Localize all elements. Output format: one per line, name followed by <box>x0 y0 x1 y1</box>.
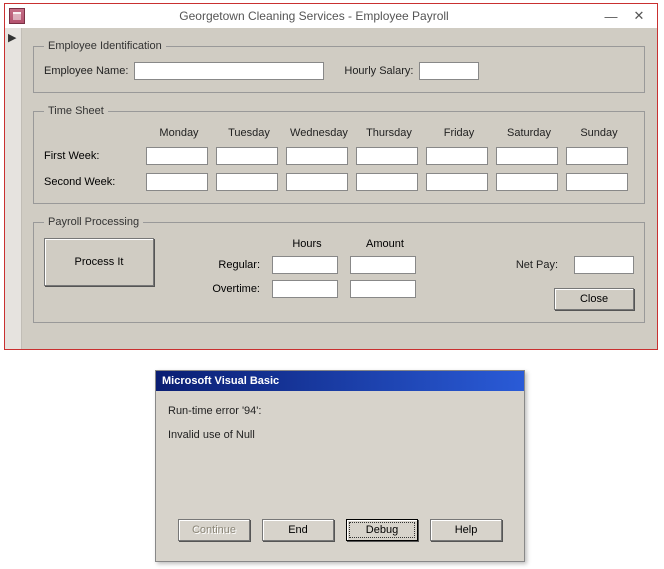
employee-identification-legend: Employee Identification <box>44 40 166 52</box>
second-week-sun-input[interactable] <box>566 173 628 191</box>
amount-header: Amount <box>350 238 420 250</box>
record-selector[interactable]: ▶ <box>5 28 22 349</box>
vb-error-line2: Invalid use of Null <box>168 429 512 441</box>
ts-header-mon: Monday <box>146 127 212 139</box>
ts-header-tue: Tuesday <box>216 127 282 139</box>
first-week-tue-input[interactable] <box>216 147 278 165</box>
second-week-wed-input[interactable] <box>286 173 348 191</box>
payroll-processing-group: Payroll Processing Process It Hours Amou… <box>33 216 645 323</box>
net-pay-label: Net Pay: <box>516 259 558 271</box>
hours-header: Hours <box>272 238 342 250</box>
vb-error-title: Microsoft Visual Basic <box>156 371 524 391</box>
ts-header-thu: Thursday <box>356 127 422 139</box>
second-week-fri-input[interactable] <box>426 173 488 191</box>
time-sheet-legend: Time Sheet <box>44 105 108 117</box>
form-body: Employee Identification Employee Name: H… <box>21 28 657 349</box>
ts-header-fri: Friday <box>426 127 492 139</box>
vb-error-dialog: Microsoft Visual Basic Run-time error '9… <box>155 370 525 562</box>
vb-continue-button: Continue <box>178 519 250 541</box>
payroll-processing-legend: Payroll Processing <box>44 216 143 228</box>
overtime-label: Overtime: <box>194 283 264 295</box>
second-week-tue-input[interactable] <box>216 173 278 191</box>
hourly-salary-input[interactable] <box>419 62 479 80</box>
record-marker-icon: ▶ <box>8 31 16 44</box>
employee-name-label: Employee Name: <box>44 65 128 77</box>
second-week-thu-input[interactable] <box>356 173 418 191</box>
employee-name-input[interactable] <box>134 62 324 80</box>
first-week-wed-input[interactable] <box>286 147 348 165</box>
overtime-amount-input[interactable] <box>350 280 416 298</box>
vb-error-body: Run-time error '94': Invalid use of Null <box>156 391 524 519</box>
main-window: Georgetown Cleaning Services - Employee … <box>4 3 658 350</box>
minimize-button[interactable]: — <box>597 6 625 26</box>
ts-header-sun: Sunday <box>566 127 632 139</box>
second-week-mon-input[interactable] <box>146 173 208 191</box>
process-it-button[interactable]: Process It <box>44 238 154 286</box>
form-icon <box>9 8 25 24</box>
hourly-salary-label: Hourly Salary: <box>344 65 413 77</box>
vb-end-button[interactable]: End <box>262 519 334 541</box>
window-title: Georgetown Cleaning Services - Employee … <box>31 9 597 23</box>
employee-identification-group: Employee Identification Employee Name: H… <box>33 40 645 93</box>
first-week-sat-input[interactable] <box>496 147 558 165</box>
titlebar: Georgetown Cleaning Services - Employee … <box>5 4 657 28</box>
regular-hours-input[interactable] <box>272 256 338 274</box>
ts-header-sat: Saturday <box>496 127 562 139</box>
regular-amount-input[interactable] <box>350 256 416 274</box>
time-sheet-group: Time Sheet Monday Tuesday Wednesday Thur… <box>33 105 645 204</box>
first-week-mon-input[interactable] <box>146 147 208 165</box>
second-week-label: Second Week: <box>44 176 142 188</box>
first-week-thu-input[interactable] <box>356 147 418 165</box>
first-week-fri-input[interactable] <box>426 147 488 165</box>
vb-debug-button[interactable]: Debug <box>346 519 418 541</box>
first-week-label: First Week: <box>44 150 142 162</box>
vb-error-line1: Run-time error '94': <box>168 405 512 417</box>
ts-header-wed: Wednesday <box>286 127 352 139</box>
vb-help-button[interactable]: Help <box>430 519 502 541</box>
second-week-sat-input[interactable] <box>496 173 558 191</box>
first-week-sun-input[interactable] <box>566 147 628 165</box>
close-button[interactable]: Close <box>554 288 634 310</box>
overtime-hours-input[interactable] <box>272 280 338 298</box>
regular-label: Regular: <box>194 259 264 271</box>
close-window-button[interactable]: ✕ <box>625 6 653 26</box>
net-pay-input[interactable] <box>574 256 634 274</box>
